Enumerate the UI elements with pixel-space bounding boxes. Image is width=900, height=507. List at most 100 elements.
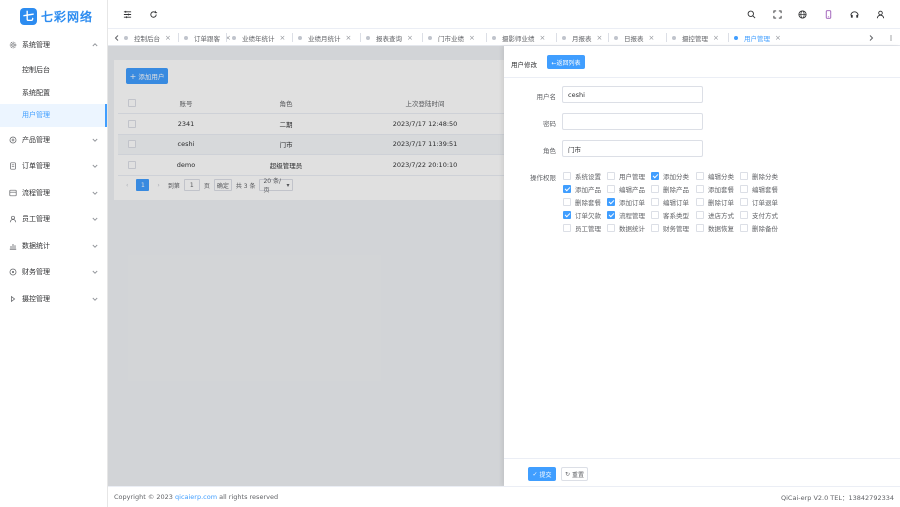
permission-option[interactable]: 编辑分类 [696, 171, 734, 181]
permission-checkbox[interactable] [563, 185, 571, 193]
search-icon[interactable] [746, 9, 756, 19]
permission-option[interactable]: 进店方式 [696, 210, 734, 220]
permission-checkbox[interactable] [651, 185, 659, 193]
permission-option[interactable]: 用户管理 [607, 171, 645, 181]
permission-checkbox[interactable] [696, 198, 704, 206]
submit-button[interactable]: ✓ 提交 [528, 467, 556, 481]
language-icon[interactable] [797, 9, 807, 19]
sidebar-group[interactable]: 数据统计 [0, 233, 107, 260]
theme-icon[interactable] [849, 9, 859, 19]
permission-option[interactable]: 订单欠款 [563, 210, 601, 220]
permission-option[interactable]: 数据恢复 [696, 223, 734, 233]
permission-option[interactable]: 支付方式 [740, 210, 778, 220]
sidebar-item[interactable]: 用户管理 [0, 103, 107, 127]
permission-option[interactable]: 添加订单 [607, 197, 645, 207]
reset-button[interactable]: ↻ 重置 [561, 467, 588, 481]
permission-option[interactable]: 编辑产品 [607, 184, 645, 194]
tab[interactable]: 日报表 × [614, 29, 654, 46]
permission-option[interactable]: 员工管理 [563, 223, 601, 233]
close-icon[interactable]: × [407, 34, 413, 42]
username-input[interactable]: ceshi [562, 86, 703, 103]
close-icon[interactable]: × [597, 34, 603, 42]
sidebar-item[interactable]: 系统配置 [0, 81, 107, 104]
sidebar-group[interactable]: 摄控管理 [0, 286, 107, 313]
permission-checkbox[interactable] [740, 224, 748, 232]
sidebar-group[interactable]: 财务管理 [0, 259, 107, 286]
permission-checkbox[interactable] [563, 211, 571, 219]
sidebar-group[interactable]: 员工管理 [0, 206, 107, 233]
permission-option[interactable]: 财务管理 [651, 223, 689, 233]
permission-option[interactable]: 删除产品 [651, 184, 689, 194]
permission-checkbox[interactable] [651, 211, 659, 219]
permission-checkbox[interactable] [651, 198, 659, 206]
permission-option[interactable]: 删除分类 [740, 171, 778, 181]
site-link[interactable]: qicaierp.com [175, 493, 217, 501]
permission-checkbox[interactable] [563, 172, 571, 180]
close-icon[interactable]: × [713, 34, 719, 42]
permission-option[interactable]: 数据统计 [607, 223, 645, 233]
permission-checkbox[interactable] [607, 224, 615, 232]
permission-option[interactable]: 添加产品 [563, 184, 601, 194]
sidebar-group[interactable]: 流程管理 [0, 180, 107, 207]
close-icon[interactable]: × [540, 34, 546, 42]
permission-option[interactable]: 系统设置 [563, 171, 601, 181]
tab-scroll-left-icon[interactable] [110, 29, 124, 46]
permission-checkbox[interactable] [696, 211, 704, 219]
sidebar-group[interactable]: 订单管理 [0, 153, 107, 180]
permission-checkbox[interactable] [607, 185, 615, 193]
tab[interactable]: 订单跟客 × [184, 29, 231, 46]
password-input[interactable] [562, 113, 703, 130]
permission-checkbox[interactable] [740, 211, 748, 219]
permission-option[interactable]: 客系类型 [651, 210, 689, 220]
role-input[interactable]: 门市 [562, 140, 703, 157]
permission-checkbox[interactable] [607, 211, 615, 219]
close-icon[interactable]: × [165, 34, 171, 42]
permission-checkbox[interactable] [563, 224, 571, 232]
permission-option[interactable]: 订单退单 [740, 197, 778, 207]
fullscreen-icon[interactable] [772, 9, 782, 19]
close-icon[interactable]: × [775, 34, 781, 42]
close-icon[interactable]: × [280, 34, 286, 42]
tab[interactable]: 月报表 × [562, 29, 602, 46]
modal-overlay[interactable] [108, 46, 504, 486]
permission-checkbox[interactable] [696, 172, 704, 180]
tab[interactable]: 用户管理 × [734, 29, 781, 46]
permission-option[interactable]: 删除备份 [740, 223, 778, 233]
more-icon[interactable] [884, 29, 898, 46]
back-to-list-button[interactable]: ←返回列表 [547, 55, 585, 69]
close-icon[interactable]: × [469, 34, 475, 42]
permission-checkbox[interactable] [651, 172, 659, 180]
logo[interactable]: 七 七彩网络 [0, 0, 107, 32]
permission-checkbox[interactable] [651, 224, 659, 232]
permission-option[interactable]: 添加套餐 [696, 184, 734, 194]
tab[interactable]: 控制后台 × [124, 29, 171, 46]
sidebar-group[interactable]: 产品管理 [0, 127, 107, 154]
refresh-icon[interactable] [148, 9, 158, 19]
permission-checkbox[interactable] [563, 198, 571, 206]
permission-checkbox[interactable] [607, 172, 615, 180]
mobile-icon[interactable] [823, 9, 833, 19]
permission-checkbox[interactable] [740, 185, 748, 193]
tab[interactable]: 门市业绩 × [428, 29, 475, 46]
permission-option[interactable]: 编辑订单 [651, 197, 689, 207]
tab[interactable]: 业绩年统计 × [232, 29, 285, 46]
permission-checkbox[interactable] [740, 172, 748, 180]
tab-scroll-right-icon[interactable] [864, 29, 878, 46]
sidebar-item[interactable]: 控制后台 [0, 59, 107, 82]
permission-option[interactable]: 删除订单 [696, 197, 734, 207]
user-icon[interactable] [875, 9, 885, 19]
permission-option[interactable]: 添加分类 [651, 171, 689, 181]
permission-option[interactable]: 编辑套餐 [740, 184, 778, 194]
permission-checkbox[interactable] [696, 185, 704, 193]
tab[interactable]: 报表查询 × [366, 29, 413, 46]
permission-checkbox[interactable] [696, 224, 704, 232]
permission-option[interactable]: 流程管理 [607, 210, 645, 220]
close-icon[interactable]: × [346, 34, 352, 42]
close-icon[interactable]: × [649, 34, 655, 42]
sidebar-group[interactable]: 系统管理 [0, 32, 107, 59]
permission-option[interactable]: 删除套餐 [563, 197, 601, 207]
tab[interactable]: 业绩月统计 × [298, 29, 351, 46]
menu-toggle-icon[interactable] [122, 9, 132, 19]
tab[interactable]: 摄影师业绩 × [492, 29, 545, 46]
tab[interactable]: 摄控管理 × [672, 29, 719, 46]
